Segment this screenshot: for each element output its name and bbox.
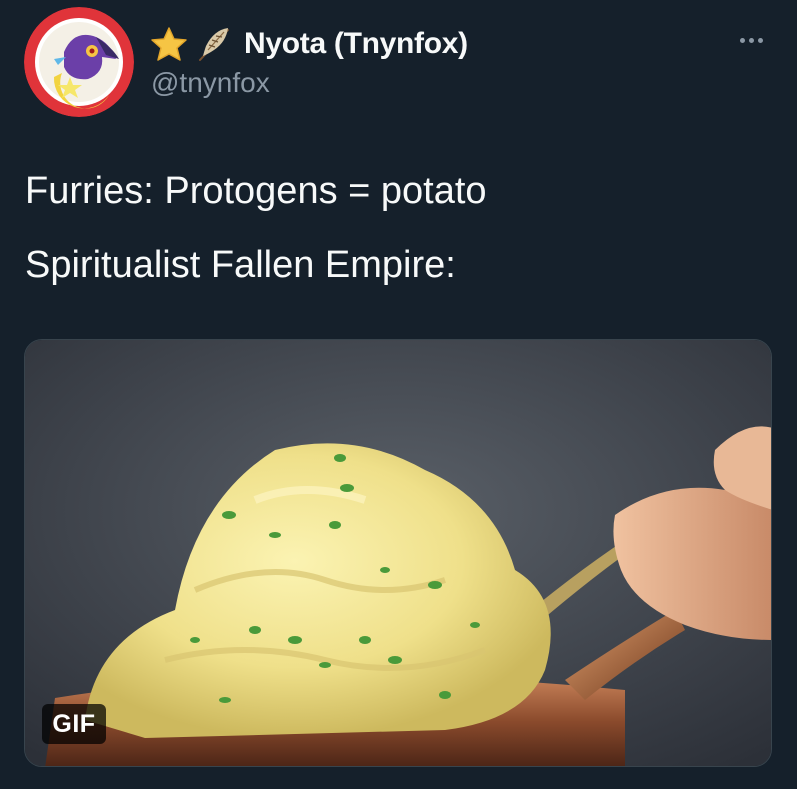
star-icon <box>150 26 188 62</box>
more-dot-icon <box>757 37 763 43</box>
author-handle[interactable]: @tnynfox <box>151 67 270 99</box>
author-display-name[interactable]: Nyota (Tnynfox) <box>244 27 468 61</box>
more-options-button[interactable] <box>734 28 768 52</box>
more-dot-icon <box>748 37 754 43</box>
tweet-card: Nyota (Tnynfox) @tnynfox Furries: Protog… <box>0 0 797 789</box>
gif-badge: GIF <box>42 704 106 744</box>
mashed-potato-spoon-image <box>25 340 771 766</box>
feather-icon <box>194 24 234 64</box>
author-name-row: Nyota (Tnynfox) <box>150 24 468 64</box>
more-dot-icon <box>739 37 745 43</box>
tweet-media-gif[interactable] <box>24 339 772 767</box>
tweet-text-line: Furries: Protogens = potato <box>25 170 487 212</box>
author-avatar[interactable] <box>24 7 134 117</box>
tweet-text-line: Spiritualist Fallen Empire: <box>25 244 456 286</box>
